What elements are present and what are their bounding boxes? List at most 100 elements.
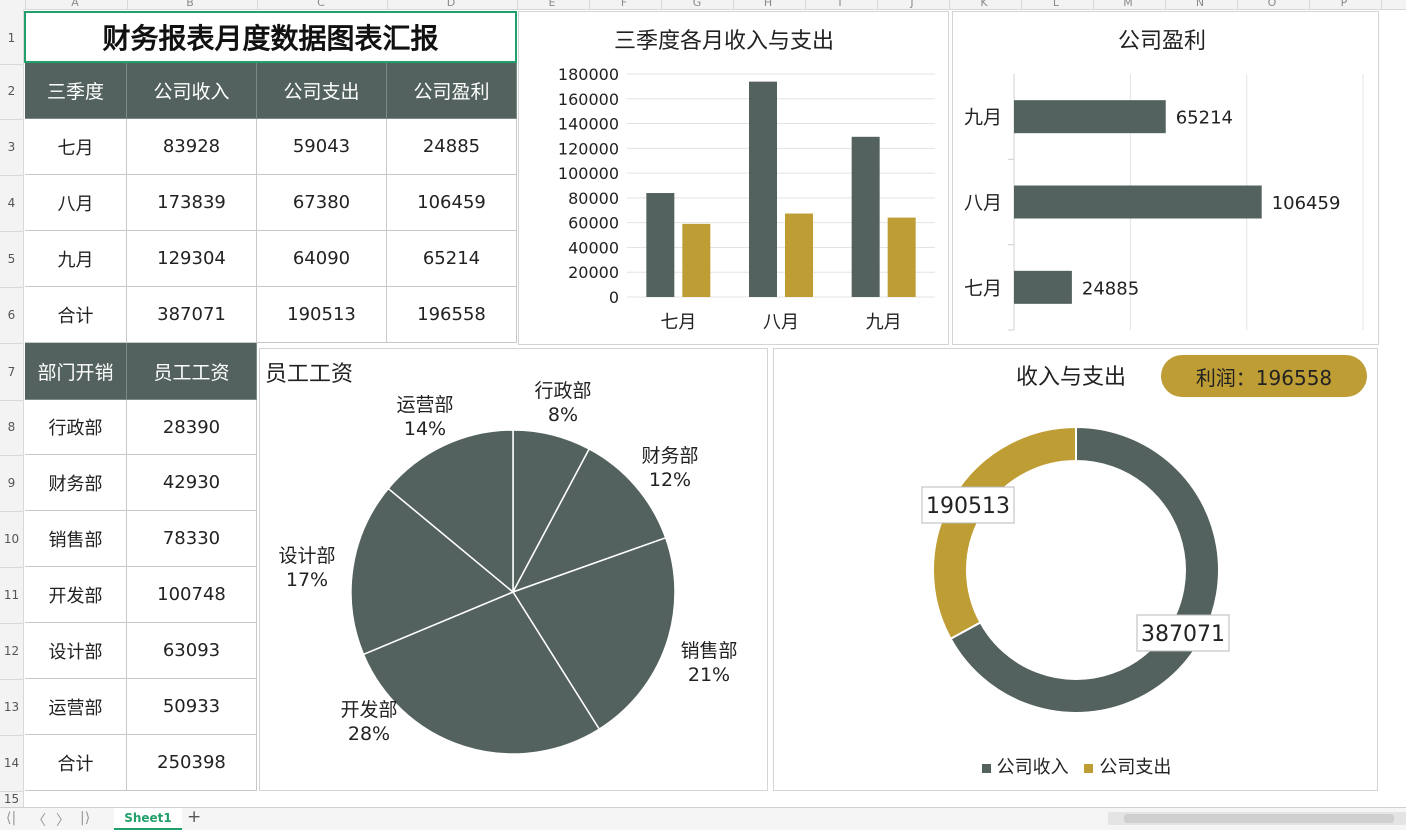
column-letter-p[interactable]: P — [1341, 0, 1348, 9]
row-number-5[interactable]: 5 — [0, 252, 23, 266]
monthly-income-expense-chart[interactable]: 三季度各月收入与支出 0 20000 40000 60000 80000 100000 12… — [518, 11, 949, 345]
table-cell[interactable]: 190513 — [257, 287, 387, 343]
table-cell[interactable]: 83928 — [127, 119, 257, 175]
column-letter-n[interactable]: N — [1196, 0, 1204, 9]
row-number-10[interactable]: 10 — [0, 532, 23, 546]
row-number-11[interactable]: 11 — [0, 588, 23, 602]
row-number-7[interactable]: 7 — [0, 365, 23, 379]
table-cell[interactable]: 173839 — [127, 175, 257, 231]
column-letter-d[interactable]: D — [447, 0, 455, 9]
column-letter-b[interactable]: B — [186, 0, 194, 9]
next-sheet-icon[interactable]: 〉 — [56, 810, 70, 830]
table-cell[interactable]: 九月 — [25, 231, 127, 287]
data-label: 190513 — [926, 494, 1010, 519]
table-cell[interactable]: 七月 — [25, 119, 127, 175]
prev-sheet-icon[interactable]: 〈 — [32, 810, 46, 830]
table-cell[interactable]: 28390 — [127, 400, 257, 455]
table-cell[interactable]: 63093 — [127, 623, 257, 679]
column-letter-a[interactable]: A — [71, 0, 79, 9]
row-divider — [0, 343, 23, 344]
column-letter-e[interactable]: E — [549, 0, 556, 9]
table-cell[interactable]: 财务部 — [25, 455, 127, 511]
column-letter-m[interactable]: M — [1123, 0, 1133, 9]
y-tick-label: 60000 — [568, 214, 619, 233]
table-header-cell[interactable]: 公司支出 — [257, 63, 387, 119]
table-cell[interactable]: 合计 — [25, 735, 127, 791]
table-cell[interactable]: 八月 — [25, 175, 127, 231]
column-header-bar[interactable]: A B C D E F G H I J K L M N O P — [0, 0, 1406, 10]
profit-badge[interactable]: 利润：196558 — [1161, 355, 1367, 397]
column-divider — [387, 0, 388, 9]
table-cell[interactable]: 387071 — [127, 287, 257, 343]
y-tick-label: 20000 — [568, 263, 619, 282]
column-divider — [733, 0, 734, 9]
first-sheet-icon[interactable]: ⟨| — [6, 810, 16, 826]
income-expense-doughnut-chart[interactable]: 收入与支出 387071 190513 公司收入 公司支出 — [773, 348, 1378, 791]
scrollbar-thumb[interactable] — [1124, 814, 1394, 823]
row-number-2[interactable]: 2 — [0, 84, 23, 98]
row-number-15[interactable]: 15 — [0, 792, 23, 806]
table-cell[interactable]: 129304 — [127, 231, 257, 287]
table-header-cell[interactable]: 公司收入 — [127, 63, 257, 119]
table-cell[interactable]: 100748 — [127, 567, 257, 623]
table-cell[interactable]: 50933 — [127, 679, 257, 735]
table-header-cell[interactable]: 公司盈利 — [387, 63, 517, 119]
table-header-cell[interactable]: 三季度 — [25, 63, 127, 119]
column-divider — [949, 0, 950, 9]
report-title-cell[interactable]: 财务报表月度数据图表汇报 — [24, 11, 517, 63]
y-tick-label: 160000 — [558, 90, 619, 109]
table-cell[interactable]: 67380 — [257, 175, 387, 231]
column-letter-i[interactable]: I — [838, 0, 841, 9]
horizontal-scrollbar[interactable] — [1108, 812, 1406, 825]
table-cell[interactable]: 销售部 — [25, 511, 127, 567]
bar — [1014, 270, 1072, 304]
column-letter-g[interactable]: G — [693, 0, 702, 9]
salary-pie-chart[interactable]: 员工工资 行政部 8% 财务部 12% 销售部 21% 开发部 28% 设计部 17% 运营部 14% — [259, 348, 768, 791]
add-sheet-icon[interactable]: + — [187, 807, 201, 827]
column-letter-k[interactable]: K — [980, 0, 987, 9]
table-cell[interactable]: 250398 — [127, 735, 257, 791]
table-cell[interactable]: 42930 — [127, 455, 257, 511]
table-header-cell[interactable]: 员工工资 — [127, 343, 257, 400]
table-cell[interactable]: 59043 — [257, 119, 387, 175]
doughnut-chart-svg: 387071 190513 — [921, 425, 1230, 714]
column-letter-l[interactable]: L — [1053, 0, 1059, 9]
column-letter-f[interactable]: F — [621, 0, 627, 9]
sheet-tab-sheet1[interactable]: Sheet1 — [114, 808, 182, 830]
table-cell[interactable]: 开发部 — [25, 567, 127, 623]
x-tick-label: 九月 — [866, 312, 902, 333]
row-number-12[interactable]: 12 — [0, 644, 23, 658]
last-sheet-icon[interactable]: |⟩ — [80, 810, 90, 826]
table-cell[interactable]: 196558 — [387, 287, 517, 343]
table-cell[interactable]: 64090 — [257, 231, 387, 287]
row-number-4[interactable]: 4 — [0, 196, 23, 210]
column-letter-o[interactable]: O — [1268, 0, 1277, 9]
column-letter-h[interactable]: H — [764, 0, 772, 9]
table-cell[interactable]: 106459 — [387, 175, 517, 231]
row-number-3[interactable]: 3 — [0, 140, 23, 154]
profit-chart[interactable]: 公司盈利 七月 24885 八月 106459 九月 65214 — [952, 11, 1379, 345]
table-cell[interactable]: 78330 — [127, 511, 257, 567]
legend-item-expense: 公司支出 — [1084, 757, 1171, 778]
row-number-6[interactable]: 6 — [0, 308, 23, 322]
table-header-cell[interactable]: 部门开销 — [25, 343, 127, 400]
pie-chart-svg: 行政部8% 财务部12% 销售部21% 开发部28% 设计部17% 运营部14% — [278, 380, 738, 755]
table-cell[interactable]: 运营部 — [25, 679, 127, 735]
row-number-8[interactable]: 8 — [0, 420, 23, 434]
row-number-14[interactable]: 14 — [0, 756, 23, 770]
column-letter-j[interactable]: J — [910, 0, 913, 9]
table-cell[interactable]: 设计部 — [25, 623, 127, 679]
y-tick-label: 0 — [609, 288, 619, 307]
sheet-tab-bar: ⟨| 〈 〉 |⟩ Sheet1 + — [0, 807, 1406, 830]
bar — [1014, 100, 1166, 134]
column-letter-c[interactable]: C — [317, 0, 325, 9]
table-cell[interactable]: 24885 — [387, 119, 517, 175]
row-number-9[interactable]: 9 — [0, 476, 23, 490]
row-number-13[interactable]: 13 — [0, 700, 23, 714]
table-cell[interactable]: 65214 — [387, 231, 517, 287]
row-divider — [0, 567, 23, 568]
table-cell[interactable]: 行政部 — [25, 400, 127, 455]
table-cell[interactable]: 合计 — [25, 287, 127, 343]
row-number-1[interactable]: 1 — [0, 31, 23, 45]
row-header-bar[interactable]: 1 2 3 4 5 6 7 8 9 10 11 12 13 14 15 — [0, 9, 24, 807]
